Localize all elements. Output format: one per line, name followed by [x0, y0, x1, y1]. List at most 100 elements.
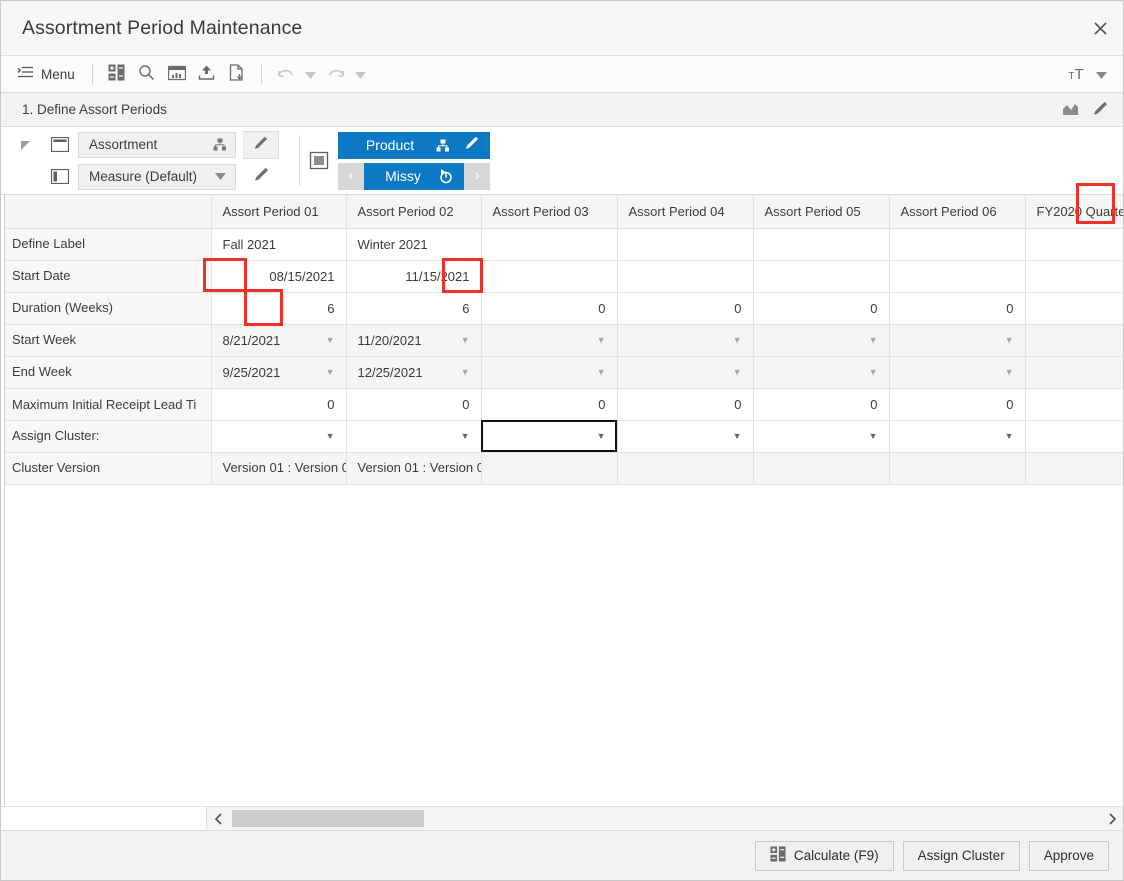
product-edit-button[interactable]	[454, 133, 488, 158]
cell-max-lead-p01[interactable]: 0	[211, 388, 347, 421]
cell-cluster-version-fy2020[interactable]	[1025, 452, 1123, 485]
cell-start-week-p01[interactable]: 8/21/2021 ▼	[211, 324, 347, 357]
measure-edit-button[interactable]	[243, 163, 279, 191]
cell-start-date-p05[interactable]	[753, 260, 890, 293]
cell-start-week-p03[interactable]: ▼	[481, 324, 618, 357]
cell-end-week-p04[interactable]: ▼	[617, 356, 754, 389]
scrollbar-thumb[interactable]	[232, 809, 424, 827]
undo-icon-button[interactable]	[271, 60, 301, 88]
cell-assign-cluster-p04[interactable]: ▼	[617, 420, 754, 453]
cell-start-week-p06[interactable]: ▼	[889, 324, 1026, 357]
chevron-down-icon[interactable]: ▼	[461, 367, 470, 377]
cell-define-label-fy2020[interactable]	[1025, 228, 1123, 261]
chevron-down-icon[interactable]: ▼	[597, 367, 606, 377]
assortment-dimension-field[interactable]: Assortment	[78, 131, 236, 158]
chevron-down-icon[interactable]: ▼	[1005, 431, 1014, 441]
chevron-down-icon[interactable]: ▼	[869, 431, 878, 441]
cell-cluster-version-p02[interactable]: Version 01 : Version 01 01-Jan-2022	[346, 452, 482, 485]
collapse-panel-button[interactable]	[1, 127, 49, 194]
close-window-button[interactable]	[1077, 1, 1123, 55]
cell-cluster-version-p01[interactable]: Version 01 : Version 01 01-Jan-2022	[211, 452, 347, 485]
column-header-fy2020-quarter[interactable]: FY2020 Quarte	[1025, 195, 1123, 229]
cell-end-week-p05[interactable]: ▼	[753, 356, 890, 389]
chevron-down-icon[interactable]: ▼	[461, 431, 470, 441]
chevron-down-icon[interactable]: ▼	[733, 335, 742, 345]
cell-start-date-p04[interactable]	[617, 260, 754, 293]
chevron-down-icon[interactable]: ▼	[326, 335, 335, 345]
cell-start-week-p04[interactable]: ▼	[617, 324, 754, 357]
column-header-assort-period-06[interactable]: Assort Period 06	[889, 195, 1026, 229]
chevron-down-icon[interactable]: ▼	[597, 335, 606, 345]
cell-assign-cluster-fy2020[interactable]	[1025, 420, 1123, 453]
scroll-left-button[interactable]	[207, 806, 229, 830]
cell-start-week-p02[interactable]: 11/20/2021 ▼	[346, 324, 482, 357]
step-chart-button[interactable]	[1055, 96, 1085, 124]
cell-assign-cluster-p05[interactable]: ▼	[753, 420, 890, 453]
upload-icon-button[interactable]	[192, 60, 222, 88]
cell-max-lead-p04[interactable]: 0	[617, 388, 754, 421]
scroll-right-button[interactable]	[1101, 806, 1123, 830]
product-dimension-field[interactable]: Product	[338, 131, 490, 159]
scrollbar-track[interactable]	[229, 806, 1101, 830]
chevron-down-icon[interactable]: ▼	[869, 335, 878, 345]
cell-start-date-fy2020[interactable]	[1025, 260, 1123, 293]
cell-cluster-version-p03[interactable]	[481, 452, 618, 485]
cell-define-label-p01[interactable]: Fall 2021	[211, 228, 347, 261]
cell-duration-fy2020[interactable]	[1025, 292, 1123, 325]
redo-dropdown-icon-button[interactable]	[351, 60, 371, 88]
font-size-button[interactable]: TT	[1061, 60, 1091, 88]
cell-assign-cluster-p03-selected[interactable]: ▼	[481, 420, 618, 453]
chevron-down-icon[interactable]: ▼	[733, 367, 742, 377]
cell-start-week-fy2020[interactable]	[1025, 324, 1123, 357]
cell-end-week-fy2020[interactable]	[1025, 356, 1123, 389]
cell-define-label-p05[interactable]	[753, 228, 890, 261]
cell-duration-p01[interactable]: 6	[211, 292, 347, 325]
cell-max-lead-p05[interactable]: 0	[753, 388, 890, 421]
cell-define-label-p06[interactable]	[889, 228, 1026, 261]
cell-cluster-version-p04[interactable]	[617, 452, 754, 485]
cell-start-week-p05[interactable]: ▼	[753, 324, 890, 357]
undo-dropdown-icon-button[interactable]	[301, 60, 321, 88]
chevron-down-icon[interactable]: ▼	[461, 335, 470, 345]
column-header-assort-period-02[interactable]: Assort Period 02	[346, 195, 482, 229]
chevron-down-icon[interactable]: ▼	[869, 367, 878, 377]
cell-define-label-p04[interactable]	[617, 228, 754, 261]
cell-end-week-p01[interactable]: 9/25/2021 ▼	[211, 356, 347, 389]
chevron-down-icon[interactable]: ▼	[597, 431, 606, 441]
chevron-down-icon[interactable]: ▼	[1005, 367, 1014, 377]
cell-assign-cluster-p06[interactable]: ▼	[889, 420, 1026, 453]
column-header-assort-period-01[interactable]: Assort Period 01	[211, 195, 347, 229]
cell-max-lead-p03[interactable]: 0	[481, 388, 618, 421]
chevron-down-icon[interactable]: ▼	[733, 431, 742, 441]
chart-table-icon-button[interactable]	[162, 60, 192, 88]
cell-cluster-version-p05[interactable]	[753, 452, 890, 485]
page-prev-button[interactable]: ‹	[338, 162, 364, 190]
cell-max-lead-p06[interactable]: 0	[889, 388, 1026, 421]
calculate-button[interactable]: Calculate (F9)	[754, 840, 894, 871]
cell-max-lead-fy2020[interactable]	[1025, 388, 1123, 421]
cell-duration-p04[interactable]: 0	[617, 292, 754, 325]
assortment-edit-button[interactable]	[243, 130, 279, 159]
column-header-assort-period-05[interactable]: Assort Period 05	[753, 195, 890, 229]
chevron-down-icon[interactable]: ▼	[1005, 335, 1014, 345]
step-edit-button[interactable]	[1085, 96, 1115, 124]
download-icon-button[interactable]	[222, 60, 252, 88]
page-value-field[interactable]: Missy	[364, 162, 464, 190]
chevron-down-icon[interactable]: ▼	[326, 367, 335, 377]
chevron-down-icon[interactable]: ▼	[326, 431, 335, 441]
cell-cluster-version-p06[interactable]	[889, 452, 1026, 485]
cell-duration-p03[interactable]: 0	[481, 292, 618, 325]
cell-start-date-p01[interactable]: 08/15/2021	[211, 260, 347, 293]
font-size-dropdown-button[interactable]	[1091, 60, 1111, 88]
grid-horizontal-scrollbar[interactable]	[1, 806, 1123, 830]
cell-end-week-p03[interactable]: ▼	[481, 356, 618, 389]
grid-scroll-area[interactable]: Assort Period 01 Assort Period 02 Assort…	[1, 195, 1123, 806]
cell-max-lead-p02[interactable]: 0	[346, 388, 482, 421]
column-header-assort-period-03[interactable]: Assort Period 03	[481, 195, 618, 229]
search-icon-button[interactable]	[132, 60, 162, 88]
cell-assign-cluster-p01[interactable]: ▼	[211, 420, 347, 453]
measure-dimension-field[interactable]: Measure (Default)	[78, 163, 236, 190]
cell-end-week-p02[interactable]: 12/25/2021 ▼	[346, 356, 482, 389]
redo-icon-button[interactable]	[321, 60, 351, 88]
cell-end-week-p06[interactable]: ▼	[889, 356, 1026, 389]
